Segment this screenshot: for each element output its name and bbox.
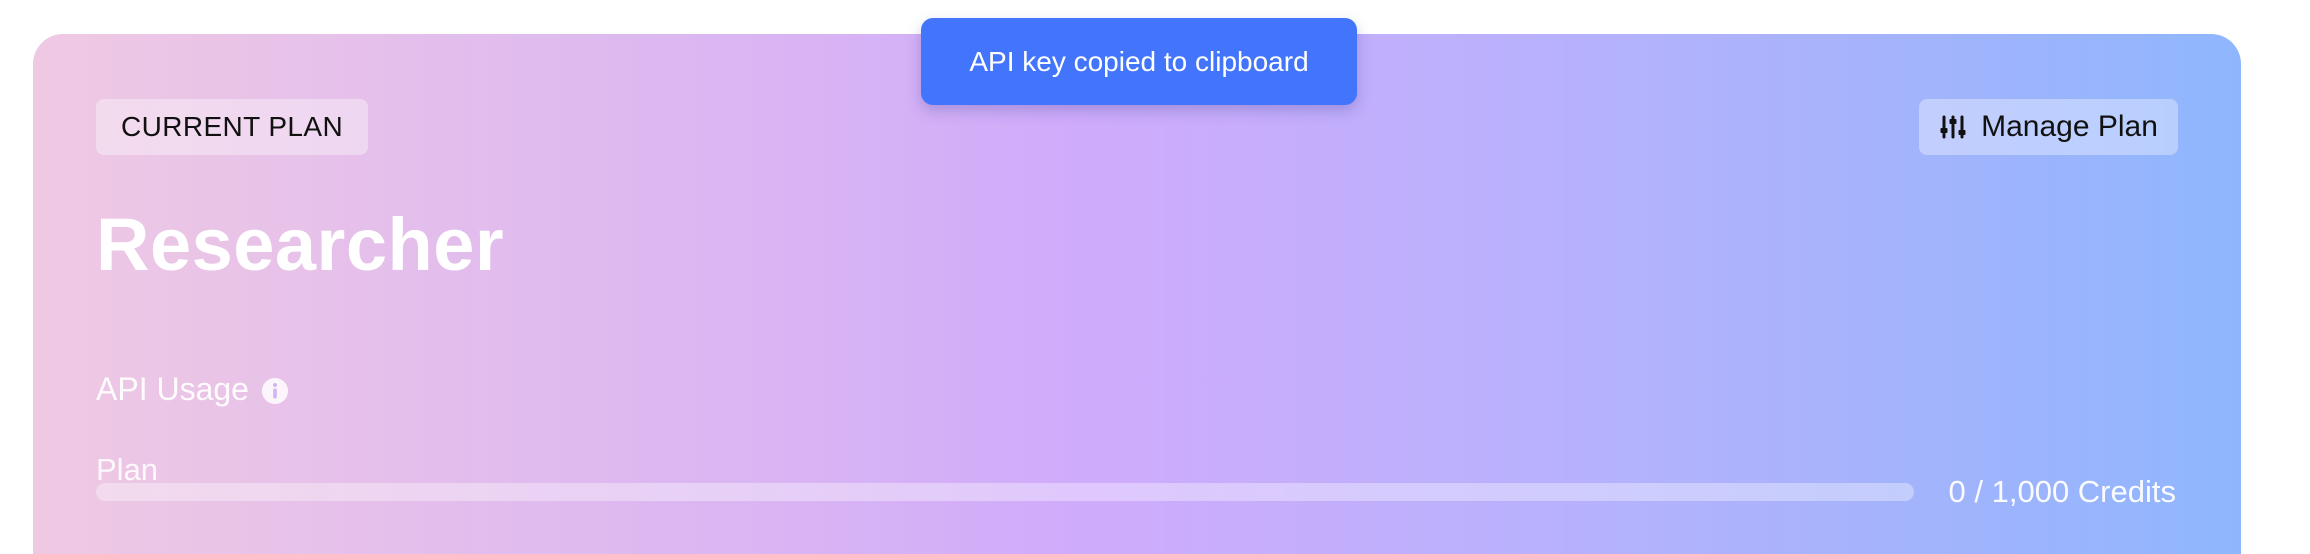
manage-plan-button[interactable]: Manage Plan — [1919, 99, 2178, 155]
plan-card: CURRENT PLAN Manage Plan Researcher API … — [33, 34, 2241, 554]
api-usage-label: API Usage — [96, 371, 249, 407]
credits-counter: 0 / 1,000 Credits — [1948, 474, 2176, 509]
api-usage-heading: API Usage — [96, 371, 289, 408]
sliders-icon — [1939, 113, 1967, 141]
toast-message: API key copied to clipboard — [969, 45, 1309, 77]
current-plan-badge: CURRENT PLAN — [96, 99, 369, 155]
info-icon[interactable] — [261, 376, 289, 404]
manage-plan-label: Manage Plan — [1981, 110, 2158, 143]
clipboard-toast: API key copied to clipboard — [921, 18, 1357, 105]
plan-name: Researcher — [96, 203, 505, 286]
usage-progress-bar — [96, 483, 1914, 501]
